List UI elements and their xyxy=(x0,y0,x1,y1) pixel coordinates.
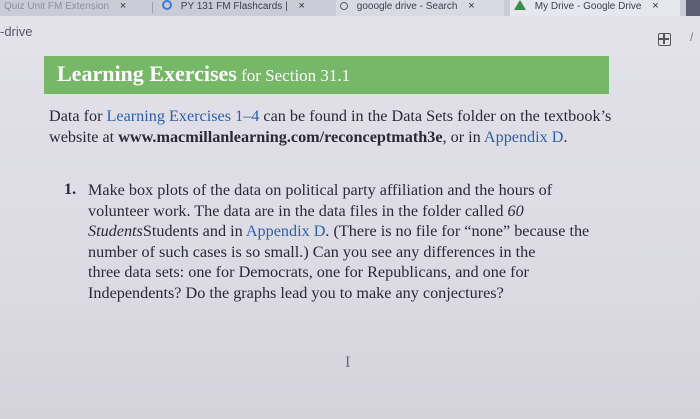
extension-icon xyxy=(162,0,172,10)
intro-paragraph: Data for Learning Exercises 1–4 can be f… xyxy=(49,106,615,147)
intro-text: Data for xyxy=(49,107,107,125)
appendix-d-link[interactable]: Appendix D xyxy=(246,222,326,240)
google-drive-icon xyxy=(514,0,526,10)
close-icon[interactable]: × xyxy=(120,0,126,12)
viewer-toolbar xyxy=(0,16,700,56)
toolbar-edge-icon[interactable]: / xyxy=(690,30,693,44)
search-icon xyxy=(340,2,348,10)
tab-flashcards-label: PY 131 FM Flashcards | xyxy=(180,1,288,12)
tab-google-search-label: gooogle drive - Search xyxy=(356,1,458,12)
section-title-rest: for Section 31.1 xyxy=(236,66,351,85)
textbook-website-url: www.macmillanlearning.com/reconceptmath3… xyxy=(118,127,443,146)
tab-flashcards[interactable]: PY 131 FM Flashcards | × xyxy=(158,0,326,16)
folder-name-italic: Students xyxy=(88,222,143,241)
learning-exercises-link[interactable]: Learning Exercises 1–4 xyxy=(107,107,260,125)
exercise-line: StudentsStudents and in Appendix D. (The… xyxy=(88,221,608,242)
exercise-number: 1. xyxy=(64,180,77,198)
tab-google-search[interactable]: gooogle drive - Search × xyxy=(336,0,504,16)
exercise-line: number of such cases is so small.) Can y… xyxy=(88,242,536,261)
section-title-bold: Learning Exercises xyxy=(57,61,237,86)
section-title: Learning Exercises for Section 31.1 xyxy=(57,61,350,87)
intro-text: . xyxy=(563,127,568,146)
close-icon[interactable]: × xyxy=(468,0,474,12)
exercise-line: volunteer work. The data are in the data… xyxy=(88,201,608,222)
browser-tab-strip: Quiz Unit FM Extension × PY 131 FM Flash… xyxy=(0,0,700,16)
tab-quiz-label: Quiz Unit FM Extension xyxy=(4,1,110,12)
exercise-line: three data sets: one for Democrats, one … xyxy=(88,263,529,282)
tab-quiz[interactable]: Quiz Unit FM Extension × xyxy=(0,0,150,16)
document-page: Learning Exercises for Section 31.1 Data… xyxy=(0,56,700,419)
new-tab-area[interactable] xyxy=(686,0,700,16)
exercise-1-text: Make box plots of the data on political … xyxy=(88,180,608,304)
appendix-d-link[interactable]: Appendix D xyxy=(484,128,564,146)
exercise-line: Independents? Do the graphs lead you to … xyxy=(88,283,504,302)
exercise-line: Make box plots of the data on political … xyxy=(88,181,553,199)
text-cursor-icon: I xyxy=(345,354,351,371)
tab-divider xyxy=(152,2,153,13)
close-icon[interactable]: × xyxy=(652,0,658,12)
exercise-line-text: . (There is no file for “none” because t… xyxy=(325,222,590,241)
exercise-line-text: Students and in xyxy=(142,222,246,241)
close-icon[interactable]: × xyxy=(298,0,304,12)
intro-text: , or in xyxy=(442,127,484,146)
tab-google-drive[interactable]: My Drive - Google Drive × xyxy=(510,0,680,16)
breadcrumb-drive[interactable]: -drive xyxy=(0,24,33,39)
grid-view-icon[interactable] xyxy=(658,33,671,46)
folder-name-italic: 60 xyxy=(507,201,524,220)
exercise-line-text: volunteer work. The data are in the data… xyxy=(88,201,508,220)
tab-google-drive-label: My Drive - Google Drive xyxy=(534,1,642,12)
